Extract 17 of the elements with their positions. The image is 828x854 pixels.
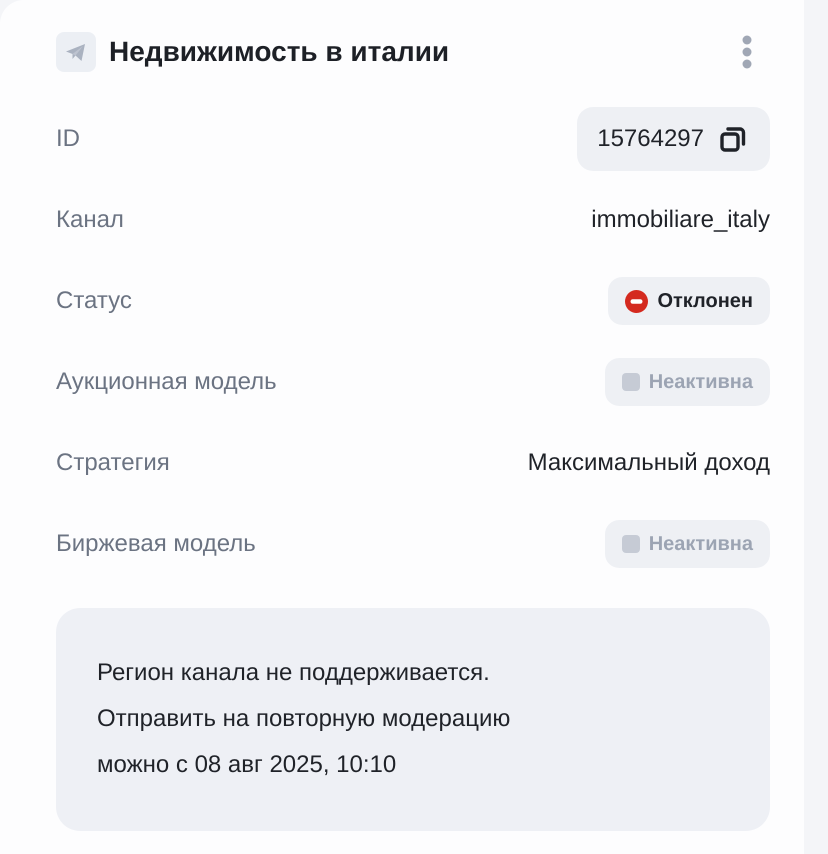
channel-title: Недвижимость в италии	[109, 36, 450, 68]
notice-message: Регион канала не поддерживается. Отправить на повторную модерацию можно с 08 авг 2025, 10:10	[56, 608, 770, 831]
field-label: Аукционная модель	[56, 368, 277, 396]
field-label: Стратегия	[56, 449, 170, 477]
field-label: ID	[56, 125, 80, 153]
field-label: Статус	[56, 287, 132, 315]
field-label: Канал	[56, 206, 124, 234]
field-value: Максимальный доход	[528, 449, 770, 477]
paper-plane-icon	[56, 32, 96, 72]
more-icon	[742, 35, 752, 69]
field-label: Биржевая модель	[56, 530, 256, 558]
copy-icon	[720, 126, 746, 152]
status-badge: Отклонен	[608, 277, 770, 325]
state-badge: Неактивна	[604, 358, 770, 406]
copy-id-button[interactable]: 15764297	[577, 107, 770, 171]
state-badge: Неактивна	[604, 520, 770, 568]
field-value: immobiliare_italy	[591, 206, 770, 234]
